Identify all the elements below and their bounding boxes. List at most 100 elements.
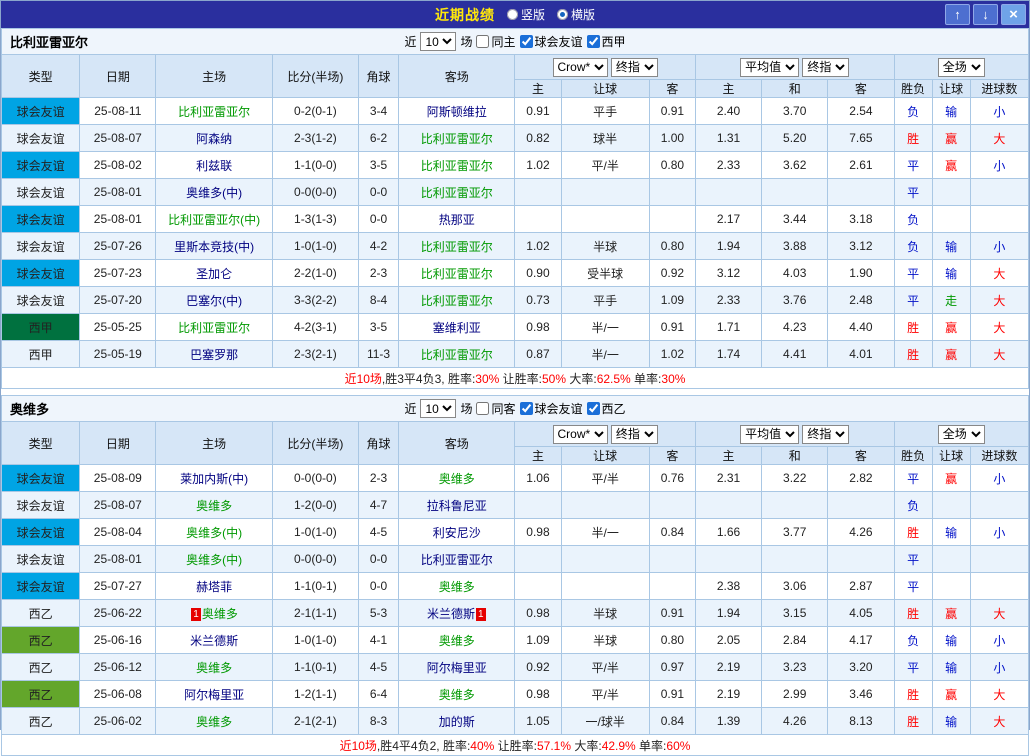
- home-odds: [515, 546, 561, 573]
- match-score: 2-1(1-1): [272, 600, 358, 627]
- filter-checkbox-0[interactable]: 同客: [476, 400, 515, 417]
- home-team-name: 里斯本竞技(中): [174, 240, 254, 254]
- home-team-name: 阿尔梅里亚: [184, 688, 244, 702]
- filter-checkbox-2[interactable]: 西甲: [587, 33, 626, 50]
- checkbox-label: 同客: [491, 400, 515, 417]
- handicap-line: 平手: [561, 287, 649, 314]
- close-button[interactable]: ×: [1001, 4, 1026, 25]
- move-down-button[interactable]: ↓: [973, 4, 998, 25]
- avg-away-odds: 3.18: [828, 206, 894, 233]
- handicap-line: 球半: [561, 125, 649, 152]
- league-type: 西乙: [2, 600, 80, 627]
- scope-select[interactable]: 全场: [938, 425, 985, 444]
- result-flag: 胜: [894, 125, 932, 152]
- checkbox-input[interactable]: [520, 402, 533, 415]
- away-odds: 0.80: [649, 152, 695, 179]
- home-team: 奥维多: [156, 654, 272, 681]
- home-team: 利兹联: [156, 152, 272, 179]
- home-odds: 1.05: [515, 708, 561, 735]
- recent-count-select[interactable]: 10: [420, 32, 456, 51]
- checkbox-input[interactable]: [476, 402, 489, 415]
- avg-type-select[interactable]: 平均值: [740, 425, 799, 444]
- avg-type-select[interactable]: 平均值: [740, 58, 799, 77]
- home-odds: 0.98: [515, 681, 561, 708]
- away-team: 热那亚: [399, 206, 515, 233]
- checkbox-label: 球会友谊: [535, 33, 583, 50]
- handicap-flag: 赢: [932, 681, 970, 708]
- goals-flag: [970, 492, 1028, 519]
- summary-segment: 42.9%: [602, 739, 636, 753]
- col-avg-away: 客: [828, 447, 894, 465]
- corner-score: 2-3: [358, 260, 398, 287]
- match-row: 西乙25-06-16米兰德斯1-0(1-0)4-1奥维多1.09半球0.802.…: [2, 627, 1029, 654]
- col-handicap: 让球: [561, 80, 649, 98]
- away-odds: 0.92: [649, 260, 695, 287]
- avg-stage-select[interactable]: 终指: [802, 425, 849, 444]
- col-score: 比分(半场): [272, 55, 358, 98]
- filter-checkbox-2[interactable]: 西乙: [587, 400, 626, 417]
- avg-away-odds: 8.13: [828, 708, 894, 735]
- away-team-name: 奥维多: [439, 580, 475, 594]
- match-date: 25-06-12: [80, 654, 156, 681]
- home-odds: 0.98: [515, 519, 561, 546]
- corner-score: 4-2: [358, 233, 398, 260]
- handicap-flag: [932, 206, 970, 233]
- match-row: 球会友谊25-08-07奥维多1-2(0-0)4-7拉科鲁尼亚负: [2, 492, 1029, 519]
- recent-count-select[interactable]: 10: [420, 399, 456, 418]
- layout-radio-horizontal[interactable]: 横版: [557, 6, 595, 23]
- result-flag: 平: [894, 546, 932, 573]
- checkbox-input[interactable]: [476, 35, 489, 48]
- summary-segment: 60%: [666, 739, 690, 753]
- col-home: 主场: [156, 55, 272, 98]
- away-odds: 0.84: [649, 519, 695, 546]
- avg-draw-odds: 3.44: [762, 206, 828, 233]
- handicap-flag: [932, 179, 970, 206]
- filter-checkbox-1[interactable]: 球会友谊: [520, 400, 583, 417]
- avg-home-odds: [695, 546, 761, 573]
- layout-radio-vertical[interactable]: 竖版: [507, 6, 545, 23]
- odds-stage-select[interactable]: 终指: [611, 58, 658, 77]
- checkbox-input[interactable]: [587, 35, 600, 48]
- checkbox-input[interactable]: [520, 35, 533, 48]
- odds-stage-select[interactable]: 终指: [611, 425, 658, 444]
- goals-flag: 小: [970, 627, 1028, 654]
- avg-away-odds: 4.17: [828, 627, 894, 654]
- col-corner: 角球: [358, 422, 398, 465]
- scope-select-group: 全场: [894, 422, 1028, 447]
- away-odds: [649, 573, 695, 600]
- goals-flag: 小: [970, 98, 1028, 125]
- home-odds: 1.06: [515, 465, 561, 492]
- avg-stage-select[interactable]: 终指: [802, 58, 849, 77]
- odds-company-select[interactable]: Crow*: [553, 425, 608, 444]
- corner-score: 11-3: [358, 341, 398, 368]
- col-home: 主场: [156, 422, 272, 465]
- away-odds: [649, 546, 695, 573]
- handicap-line: 半球: [561, 600, 649, 627]
- radio-circle-icon[interactable]: [557, 9, 568, 20]
- away-team: 阿斯顿维拉: [399, 98, 515, 125]
- match-row: 球会友谊25-07-26里斯本竞技(中)1-0(1-0)4-2比利亚雷亚尔1.0…: [2, 233, 1029, 260]
- handicap-flag: [932, 492, 970, 519]
- away-team-name: 奥维多: [439, 472, 475, 486]
- match-rows: 球会友谊25-08-09莱加内斯(中)0-0(0-0)2-3奥维多1.06平/半…: [2, 465, 1029, 735]
- scope-select[interactable]: 全场: [938, 58, 985, 77]
- col-avg-home: 主: [695, 80, 761, 98]
- match-row: 球会友谊25-08-07阿森纳2-3(1-2)6-2比利亚雷亚尔0.82球半1.…: [2, 125, 1029, 152]
- match-score: 2-1(2-1): [272, 708, 358, 735]
- radio-circle-icon[interactable]: [507, 9, 518, 20]
- match-row: 球会友谊25-07-20巴塞尔(中)3-3(2-2)8-4比利亚雷亚尔0.73平…: [2, 287, 1029, 314]
- checkbox-input[interactable]: [587, 402, 600, 415]
- goals-flag: 小: [970, 152, 1028, 179]
- recent-results-window: 近期战绩 竖版横版 ↑ ↓ × 比利亚雷亚尔 近 10 场 同主球会友谊西甲: [0, 0, 1030, 730]
- away-team-name: 利安尼沙: [433, 526, 481, 540]
- sections-container: 比利亚雷亚尔 近 10 场 同主球会友谊西甲 类型 日期 主场 比分(半场): [1, 28, 1029, 756]
- filter-checkboxes: 同主 球会友谊西甲: [476, 33, 625, 50]
- filter-checkbox-0[interactable]: 同主: [476, 33, 515, 50]
- match-date: 25-07-20: [80, 287, 156, 314]
- home-odds: [515, 179, 561, 206]
- filter-checkbox-1[interactable]: 球会友谊: [520, 33, 583, 50]
- odds-company-select[interactable]: Crow*: [553, 58, 608, 77]
- move-up-button[interactable]: ↑: [945, 4, 970, 25]
- away-team: 奥维多: [399, 627, 515, 654]
- goals-flag: 小: [970, 465, 1028, 492]
